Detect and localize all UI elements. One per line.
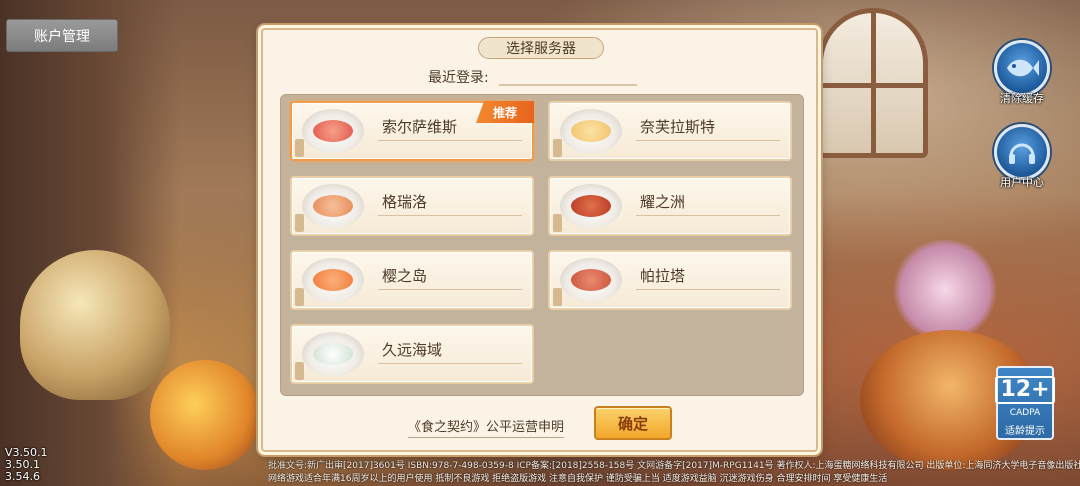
user-center-label: 用户中心 [1000, 176, 1044, 189]
bookmark-icon [295, 139, 304, 157]
food-image [571, 195, 611, 217]
server-card-solsavis[interactable]: 索尔萨维斯 推荐 [290, 101, 534, 161]
age-rating-badge[interactable]: 12+ CADPA 适龄提示 [995, 366, 1055, 440]
fish-icon [994, 40, 1050, 96]
version-info: V3.50.1 3.50.1 3.54.6 [5, 447, 48, 483]
server-card-nefrast[interactable]: 奈芙拉斯特 [548, 101, 792, 161]
server-card-palata[interactable]: 帕拉塔 [548, 250, 792, 310]
food-image [313, 120, 353, 142]
dish-icon [302, 332, 364, 376]
food-image [571, 269, 611, 291]
bookmark-icon [295, 362, 304, 380]
food-image [571, 120, 611, 142]
bookmark-icon [553, 139, 562, 157]
food-image [313, 195, 353, 217]
background-teapot [20, 250, 170, 400]
clear-cache-button[interactable]: 清除缓存 [992, 40, 1052, 106]
background-window [818, 8, 928, 158]
server-name: 奈芙拉斯特 [640, 118, 716, 136]
server-card-yaozhizhou[interactable]: 耀之洲 [548, 176, 792, 236]
divider [378, 363, 522, 364]
bookmark-icon [295, 288, 304, 306]
divider [378, 289, 522, 290]
age-rating-number: 12+ [995, 376, 1055, 404]
server-card-jiuyuanhaiyu[interactable]: 久远海域 [290, 324, 534, 384]
background-cake-stand [890, 240, 1000, 340]
dialog-title: 选择服务器 [478, 37, 604, 59]
divider [378, 215, 522, 216]
account-management-button[interactable]: 账户管理 [6, 19, 118, 52]
food-image [313, 343, 353, 365]
fair-operation-statement-link[interactable]: 《食之契约》公平运营申明 [408, 416, 565, 438]
legal-line-2: 网络游戏适合年满16周岁以上的用户使用 抵制不良游戏 拒绝盗版游戏 注意自我保护… [268, 474, 888, 484]
server-name: 耀之洲 [640, 193, 686, 211]
divider [378, 140, 522, 141]
headphones-icon [994, 124, 1050, 180]
divider [636, 289, 780, 290]
server-card-grillo[interactable]: 格瑞洛 [290, 176, 534, 236]
divider [636, 140, 780, 141]
recommend-badge: 推荐 [476, 101, 534, 123]
bookmark-icon [553, 214, 562, 232]
server-select-dialog: 选择服务器 最近登录: 索尔萨维斯 推荐 奈芙拉斯特 格瑞洛 耀之洲 樱之岛 帕… [261, 28, 818, 452]
server-name: 樱之岛 [382, 267, 428, 285]
dish-icon [560, 258, 622, 302]
server-list: 索尔萨维斯 推荐 奈芙拉斯特 格瑞洛 耀之洲 樱之岛 帕拉塔 久远海域 [280, 94, 804, 396]
divider [636, 215, 780, 216]
confirm-button[interactable]: 确定 [594, 406, 672, 440]
food-image [313, 269, 353, 291]
server-card-yingzhidao[interactable]: 樱之岛 [290, 250, 534, 310]
background-fruit [150, 360, 260, 470]
server-name: 帕拉塔 [640, 267, 686, 285]
server-name: 索尔萨维斯 [382, 118, 458, 136]
recent-login-value [498, 68, 637, 86]
clear-cache-label: 清除缓存 [1000, 92, 1044, 105]
recent-login-row: 最近登录: [428, 67, 637, 87]
server-name: 格瑞洛 [382, 193, 428, 211]
recent-login-label: 最近登录: [428, 70, 489, 86]
server-name: 久远海域 [382, 341, 443, 359]
background-shelf [0, 0, 180, 486]
bookmark-icon [295, 214, 304, 232]
dish-icon [302, 258, 364, 302]
dish-icon [560, 109, 622, 153]
user-center-button[interactable]: 用户中心 [992, 124, 1052, 190]
age-rating-org: CADPA [1009, 408, 1041, 418]
legal-line-1: 批准文号:新广出审[2017]3601号 ISBN:978-7-498-0359… [268, 461, 1080, 471]
dish-icon [302, 109, 364, 153]
dish-icon [302, 184, 364, 228]
version-line: 3.54.6 [5, 470, 40, 483]
bookmark-icon [553, 288, 562, 306]
age-rating-text: 适龄提示 [1005, 426, 1045, 437]
legal-notice: 批准文号:新广出审[2017]3601号 ISBN:978-7-498-0359… [268, 460, 1080, 486]
dish-icon [560, 184, 622, 228]
